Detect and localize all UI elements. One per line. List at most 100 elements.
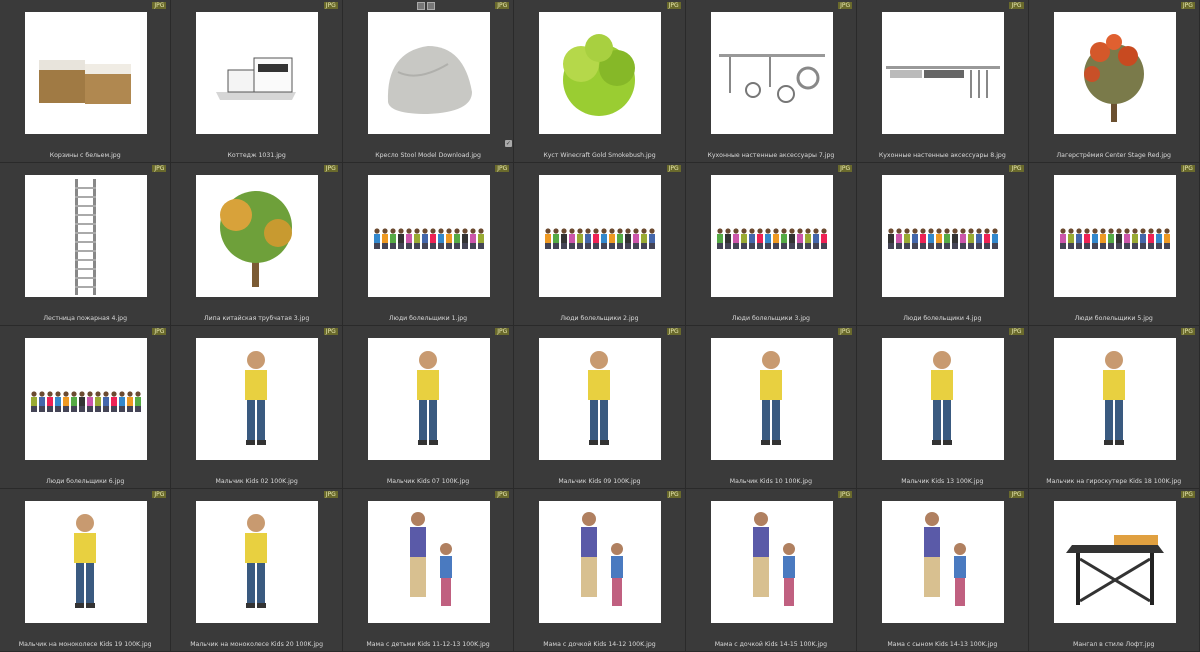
thumbnail-item[interactable]: JPG Мама с детьми Kids 11-12-13 100K.jpg — [342, 489, 515, 652]
thumbnail-item[interactable]: JPG Мальчик Kids 07 100K.jpg — [342, 326, 515, 489]
file-type-badge: JPG — [323, 328, 338, 335]
crowd-thumbnail[interactable] — [367, 175, 490, 297]
thumbnail-item[interactable]: JPG Липа китайская трубчатая 3.jpg — [171, 163, 343, 326]
thumbnail-item[interactable]: JPG Коттедж 1031.jpg — [171, 0, 343, 163]
file-name: Люди болельщики 1.jpg — [388, 315, 468, 322]
boy-thumbnail[interactable] — [710, 338, 833, 460]
file-name: Мама с дочкой Kids 14-12 100K.jpg — [543, 641, 656, 648]
file-type-badge: JPG — [495, 2, 510, 9]
family-thumbnail[interactable] — [710, 501, 833, 623]
thumbnail-item[interactable]: JPG Мальчик Kids 09 100K.jpg — [514, 326, 686, 489]
edit-icon[interactable] — [426, 2, 435, 10]
file-name: Мама с дочкой Kids 14-15 100K.jpg — [714, 641, 828, 648]
bush-thumbnail[interactable] — [539, 12, 662, 134]
crowd-thumbnail[interactable] — [882, 175, 1005, 297]
file-type-badge: JPG — [1009, 165, 1024, 172]
thumbnail-item[interactable]: JPG Лестница пожарная 4.jpg — [0, 163, 172, 326]
item-tools — [416, 2, 435, 10]
select-icon[interactable] — [416, 2, 425, 10]
file-type-badge: JPG — [1180, 491, 1195, 498]
kitchen8-thumbnail[interactable] — [882, 12, 1005, 134]
redplant-thumbnail[interactable] — [1053, 12, 1176, 134]
file-name: Мальчик Kids 13 100K.jpg — [901, 478, 984, 485]
thumbnail-item[interactable]: JPG Мама с дочкой Kids 14-12 100K.jpg — [514, 489, 686, 652]
file-type-badge: JPG — [1009, 328, 1024, 335]
boy-thumbnail[interactable] — [539, 338, 662, 460]
family-thumbnail[interactable] — [882, 501, 1005, 623]
file-type-badge: JPG — [838, 2, 853, 9]
file-type-badge: JPG — [838, 328, 853, 335]
boy-thumbnail[interactable] — [367, 338, 490, 460]
thumbnail-item[interactable]: JPG Люди болельщики 2.jpg — [514, 163, 686, 326]
file-name: Кресло Stool Model Download.jpg — [375, 152, 481, 159]
file-name: Лагерстрёмия Center Stage Red.jpg — [1056, 152, 1171, 159]
boy-thumbnail[interactable] — [25, 501, 147, 623]
file-name: Люди болельщики 2.jpg — [560, 315, 639, 322]
thumbnail-item[interactable]: JPG Лагерстрёмия Center Stage Red.jpg — [1028, 0, 1200, 163]
thumbnail-item[interactable]: JPG Кухонные настенные аксессуары 8.jpg — [857, 0, 1029, 163]
family-thumbnail[interactable] — [539, 501, 662, 623]
thumbnail-item[interactable]: JPG Мальчик Kids 02 100K.jpg — [171, 326, 343, 489]
file-type-badge: JPG — [666, 328, 681, 335]
file-name: Мальчик на моноколесе Kids 19 100K.jpg — [18, 641, 152, 648]
file-type-badge: JPG — [495, 328, 510, 335]
beanbag-thumbnail[interactable] — [367, 12, 490, 134]
boy-thumbnail[interactable] — [196, 501, 319, 623]
file-name: Куст Winecraft Gold Smokebush.jpg — [543, 152, 656, 159]
file-type-badge: JPG — [1180, 2, 1195, 9]
ladder-thumbnail[interactable] — [25, 175, 147, 297]
thumbnail-item[interactable]: JPG Мама с сыном Kids 14-13 100K.jpg — [857, 489, 1029, 652]
file-name: Люди болельщики 6.jpg — [46, 478, 125, 485]
file-type-badge: JPG — [152, 491, 167, 498]
thumbnail-item[interactable]: JPG Мальчик на моноколесе Kids 19 100K.jp… — [0, 489, 172, 652]
file-name: Мама с детьми Kids 11-12-13 100K.jpg — [366, 641, 490, 648]
thumbnail-item[interactable]: JPG Люди болельщики 1.jpg — [342, 163, 515, 326]
baskets-thumbnail[interactable] — [25, 12, 147, 134]
family-thumbnail[interactable] — [367, 501, 490, 623]
thumbnail-item[interactable]: JPG Мальчик Kids 13 100K.jpg — [857, 326, 1029, 489]
file-name: Коттедж 1031.jpg — [227, 152, 286, 159]
boy-thumbnail[interactable] — [196, 338, 319, 460]
thumbnail-item[interactable]: JPG Мальчик на гироскутере Kids 18 100K.j… — [1028, 326, 1200, 489]
file-type-badge: JPG — [838, 491, 853, 498]
file-type-badge: JPG — [666, 2, 681, 9]
file-type-badge: JPG — [1009, 2, 1024, 9]
thumbnail-item[interactable]: JPG Кухонные настенные аксессуары 7.jpg — [685, 0, 858, 163]
tree-thumbnail[interactable] — [196, 175, 319, 297]
boy-thumbnail[interactable] — [1053, 338, 1176, 460]
crowd-thumbnail[interactable] — [25, 338, 147, 460]
crowd-thumbnail[interactable] — [710, 175, 833, 297]
thumbnail-item[interactable]: JPG Люди болельщики 6.jpg — [0, 326, 172, 489]
grill-thumbnail[interactable] — [1053, 501, 1176, 623]
crowd-thumbnail[interactable] — [539, 175, 662, 297]
house-thumbnail[interactable] — [196, 12, 319, 134]
file-type-badge: JPG — [1009, 491, 1024, 498]
file-type-badge: JPG — [1180, 328, 1195, 335]
checkbox-icon[interactable]: ✓ — [504, 140, 512, 147]
thumbnail-item[interactable]: JPG ✓ Кресло Stool Model Download.jpg — [342, 0, 515, 163]
file-type-badge: JPG — [323, 2, 338, 9]
file-type-badge: JPG — [495, 491, 510, 498]
thumbnail-item[interactable]: JPG Мальчик Kids 10 100K.jpg — [685, 326, 858, 489]
file-name: Липа китайская трубчатая 3.jpg — [203, 315, 310, 322]
boy-thumbnail[interactable] — [882, 338, 1005, 460]
file-name: Мальчик на моноколесе Kids 20 100K.jpg — [190, 641, 324, 648]
crowd-thumbnail[interactable] — [1053, 175, 1176, 297]
thumbnail-item[interactable]: JPG Мама с дочкой Kids 14-15 100K.jpg — [685, 489, 858, 652]
kitchen7-thumbnail[interactable] — [710, 12, 833, 134]
file-type-badge: JPG — [323, 165, 338, 172]
file-type-badge: JPG — [838, 165, 853, 172]
thumbnail-item[interactable]: JPG Люди болельщики 5.jpg — [1028, 163, 1200, 326]
thumbnail-item[interactable]: JPG Корзины с бельем.jpg — [0, 0, 172, 163]
thumbnail-item[interactable]: JPG Люди болельщики 3.jpg — [685, 163, 858, 326]
file-type-badge: JPG — [666, 491, 681, 498]
thumbnail-item[interactable]: JPG Люди болельщики 4.jpg — [857, 163, 1029, 326]
thumbnail-item[interactable]: JPG Мальчик на моноколесе Kids 20 100K.jp… — [171, 489, 343, 652]
file-type-badge: JPG — [323, 491, 338, 498]
file-name: Мама с сыном Kids 14-13 100K.jpg — [887, 641, 998, 648]
thumbnail-item[interactable]: JPG Мангал в стиле Лофт.jpg — [1028, 489, 1200, 652]
thumbnail-item[interactable]: JPG Куст Winecraft Gold Smokebush.jpg — [514, 0, 686, 163]
file-name: Люди болельщики 4.jpg — [903, 315, 982, 322]
file-name: Мангал в стиле Лофт.jpg — [1073, 641, 1155, 648]
file-name: Люди болельщики 5.jpg — [1074, 315, 1153, 322]
